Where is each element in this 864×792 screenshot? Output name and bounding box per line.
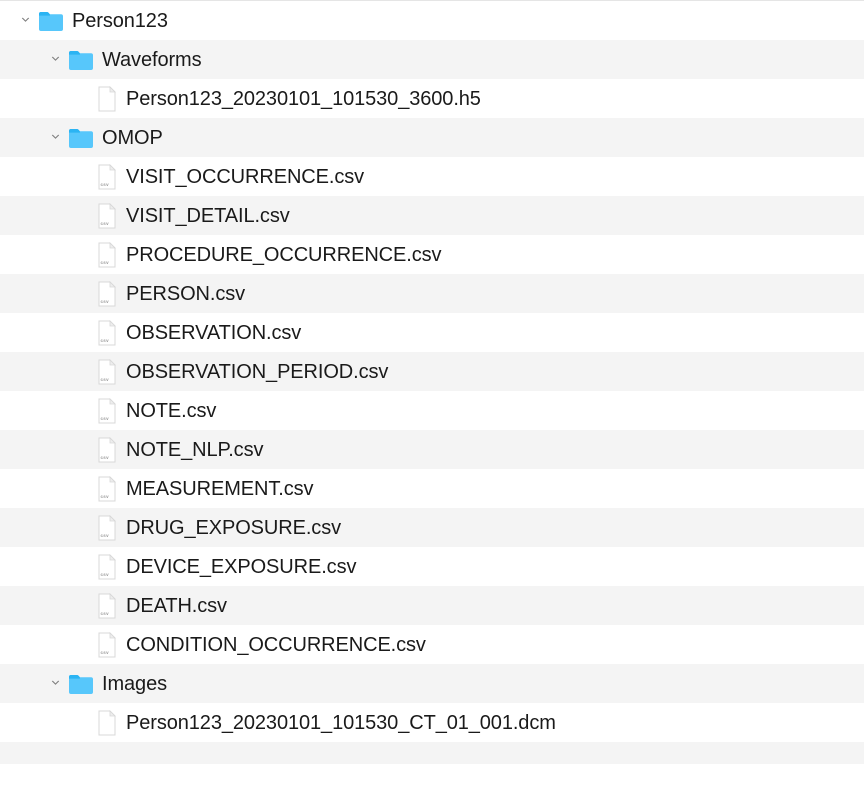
file-label: VISIT_DETAIL.csv	[126, 206, 290, 226]
folder-icon	[68, 673, 94, 695]
folder-row[interactable]: Waveforms	[0, 40, 864, 79]
file-row[interactable]: csv MEASUREMENT.csv	[0, 469, 864, 508]
svg-text:csv: csv	[101, 299, 110, 304]
file-row[interactable]: csv NOTE_NLP.csv	[0, 430, 864, 469]
file-row[interactable]: csv DRUG_EXPOSURE.csv	[0, 508, 864, 547]
file-label: DEVICE_EXPOSURE.csv	[126, 557, 356, 577]
file-label: MEASUREMENT.csv	[126, 479, 313, 499]
svg-text:csv: csv	[101, 455, 110, 460]
file-label: Person123_20230101_101530_3600.h5	[126, 89, 481, 109]
folder-label: OMOP	[102, 128, 163, 148]
file-label: Person123_20230101_101530_CT_01_001.dcm	[126, 713, 556, 733]
svg-text:csv: csv	[101, 377, 110, 382]
file-row[interactable]: csv VISIT_DETAIL.csv	[0, 196, 864, 235]
folder-row[interactable]: Images	[0, 664, 864, 703]
csv-file-icon: csv	[96, 554, 118, 580]
chevron-down-icon[interactable]	[46, 129, 64, 147]
file-label: NOTE.csv	[126, 401, 216, 421]
file-row[interactable]: csv OBSERVATION_PERIOD.csv	[0, 352, 864, 391]
file-row[interactable]: csv OBSERVATION.csv	[0, 313, 864, 352]
svg-text:csv: csv	[101, 221, 110, 226]
file-row[interactable]: csv NOTE.csv	[0, 391, 864, 430]
folder-row[interactable]: Person123	[0, 1, 864, 40]
file-label: DEATH.csv	[126, 596, 227, 616]
file-tree: Person123 Waveforms Person123_20230101_1…	[0, 0, 864, 764]
h5-file-icon	[96, 86, 118, 112]
folder-row[interactable]: OMOP	[0, 118, 864, 157]
csv-file-icon: csv	[96, 164, 118, 190]
empty-row	[0, 742, 864, 764]
file-label: PROCEDURE_OCCURRENCE.csv	[126, 245, 441, 265]
file-row[interactable]: Person123_20230101_101530_CT_01_001.dcm	[0, 703, 864, 742]
file-label: VISIT_OCCURRENCE.csv	[126, 167, 364, 187]
svg-text:csv: csv	[101, 611, 110, 616]
folder-label: Images	[102, 674, 167, 694]
csv-file-icon: csv	[96, 359, 118, 385]
svg-text:csv: csv	[101, 416, 110, 421]
csv-file-icon: csv	[96, 632, 118, 658]
file-label: DRUG_EXPOSURE.csv	[126, 518, 341, 538]
file-row[interactable]: csv DEATH.csv	[0, 586, 864, 625]
csv-file-icon: csv	[96, 242, 118, 268]
file-row[interactable]: csv VISIT_OCCURRENCE.csv	[0, 157, 864, 196]
svg-text:csv: csv	[101, 260, 110, 265]
chevron-down-icon[interactable]	[16, 12, 34, 30]
file-label: OBSERVATION_PERIOD.csv	[126, 362, 388, 382]
csv-file-icon: csv	[96, 437, 118, 463]
chevron-down-icon[interactable]	[46, 675, 64, 693]
csv-file-icon: csv	[96, 515, 118, 541]
folder-icon	[38, 10, 64, 32]
svg-text:csv: csv	[101, 533, 110, 538]
svg-text:csv: csv	[101, 650, 110, 655]
csv-file-icon: csv	[96, 320, 118, 346]
dcm-file-icon	[96, 710, 118, 736]
csv-file-icon: csv	[96, 203, 118, 229]
folder-icon	[68, 127, 94, 149]
csv-file-icon: csv	[96, 281, 118, 307]
svg-text:csv: csv	[101, 494, 110, 499]
folder-icon	[68, 49, 94, 71]
svg-text:csv: csv	[101, 572, 110, 577]
file-row[interactable]: csv CONDITION_OCCURRENCE.csv	[0, 625, 864, 664]
file-label: CONDITION_OCCURRENCE.csv	[126, 635, 426, 655]
file-label: PERSON.csv	[126, 284, 245, 304]
file-row[interactable]: Person123_20230101_101530_3600.h5	[0, 79, 864, 118]
folder-label: Person123	[72, 11, 168, 31]
file-label: OBSERVATION.csv	[126, 323, 301, 343]
csv-file-icon: csv	[96, 398, 118, 424]
file-row[interactable]: csv PERSON.csv	[0, 274, 864, 313]
csv-file-icon: csv	[96, 593, 118, 619]
file-row[interactable]: csv PROCEDURE_OCCURRENCE.csv	[0, 235, 864, 274]
file-row[interactable]: csv DEVICE_EXPOSURE.csv	[0, 547, 864, 586]
csv-file-icon: csv	[96, 476, 118, 502]
chevron-down-icon[interactable]	[46, 51, 64, 69]
svg-text:csv: csv	[101, 338, 110, 343]
file-label: NOTE_NLP.csv	[126, 440, 263, 460]
folder-label: Waveforms	[102, 50, 201, 70]
svg-text:csv: csv	[101, 182, 110, 187]
